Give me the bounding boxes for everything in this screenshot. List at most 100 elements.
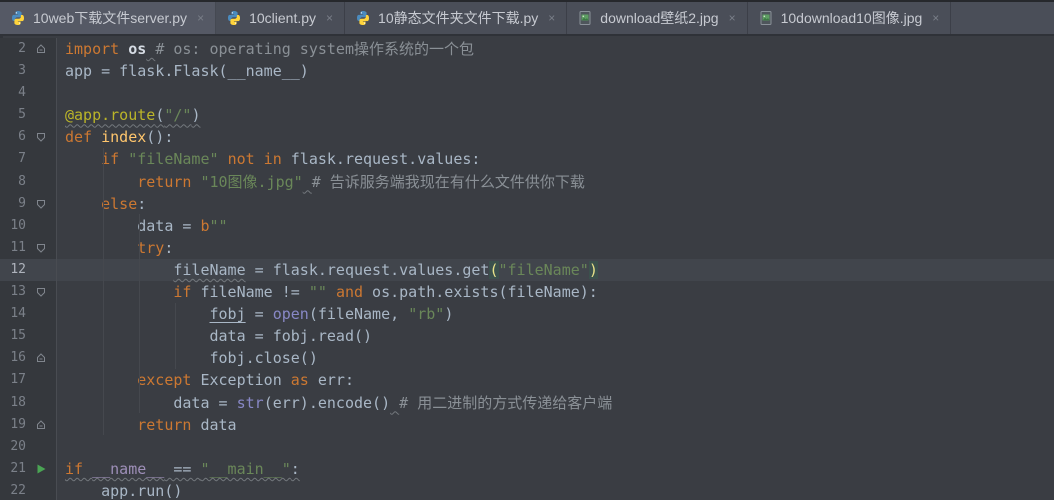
gutter: 15: [0, 325, 57, 347]
tab-label: 10web下载文件server.py: [33, 8, 187, 28]
code-token: @app.route: [65, 106, 155, 124]
line-number: 10: [0, 215, 26, 237]
code-token: Exception: [200, 371, 281, 389]
tab-label: 10client.py: [249, 10, 316, 26]
code-token: "/": [164, 106, 191, 124]
code-token: "": [309, 283, 327, 301]
code-token: not in: [228, 150, 282, 168]
ide-window: 10web下载文件server.py × 10client.py × 10静态文…: [0, 0, 1054, 500]
line-number: 3: [0, 60, 26, 82]
code-line[interactable]: 20: [0, 436, 1054, 458]
editor-tab[interactable]: 10download10图像.jpg ×: [748, 2, 952, 34]
code-line[interactable]: 2 import os # os: operating system操作系统的一…: [0, 38, 1054, 60]
image-file-icon: [758, 10, 774, 26]
code-line[interactable]: 9 else:: [0, 193, 1054, 215]
code-text: [57, 82, 65, 104]
code-editor[interactable]: 2 import os # os: operating system操作系统的一…: [0, 38, 1054, 500]
code-line[interactable]: 10 data = b"": [0, 215, 1054, 237]
code-line[interactable]: 4: [0, 82, 1054, 104]
line-number: 15: [0, 325, 26, 347]
code-token: "fileName": [128, 150, 218, 168]
close-icon[interactable]: ×: [326, 11, 333, 25]
code-token: ==: [164, 460, 200, 478]
code-token: # os: operating system操作系统的一个包: [155, 40, 474, 58]
image-file-icon: [577, 10, 593, 26]
line-number: 5: [0, 104, 26, 126]
tab-label: 10静态文件夹文件下载.py: [378, 8, 538, 28]
code-token: :: [291, 460, 300, 478]
code-line[interactable]: 3 app = flask.Flask(__name__): [0, 60, 1054, 82]
code-line[interactable]: 19 return data: [0, 414, 1054, 436]
code-line[interactable]: 22 app.run(): [0, 480, 1054, 500]
code-token: ():: [146, 128, 173, 146]
line-number: 22: [0, 480, 26, 500]
code-token: flask.request.values:: [282, 150, 481, 168]
editor-tab[interactable]: 10client.py ×: [216, 2, 345, 34]
code-text: return "10图像.jpg" # 告诉服务端我现在有什么文件供你下载: [57, 171, 585, 193]
close-icon[interactable]: ×: [548, 11, 555, 25]
code-token: [65, 195, 101, 213]
code-token: app = flask.Flask(__name__): [65, 62, 309, 80]
code-line[interactable]: 16 fobj.close(): [0, 347, 1054, 369]
gutter: 17: [0, 369, 57, 391]
gutter: 19: [0, 414, 57, 436]
code-text: import os # os: operating system操作系统的一个包: [57, 38, 474, 60]
fold-up-icon[interactable]: [26, 38, 56, 60]
code-token: fobj: [210, 305, 246, 323]
code-token: # 用二进制的方式传递给客户端: [399, 394, 612, 412]
close-icon[interactable]: ×: [932, 11, 939, 25]
indent-guide: [139, 214, 140, 413]
close-icon[interactable]: ×: [729, 11, 736, 25]
editor-tab[interactable]: 10静态文件夹文件下载.py ×: [345, 2, 567, 34]
gutter: 22: [0, 480, 57, 500]
line-number: 21: [0, 458, 26, 480]
code-line[interactable]: 5 @app.route("/"): [0, 104, 1054, 126]
gutter: 10: [0, 215, 57, 237]
code-token: err:: [318, 371, 354, 389]
fold-down-icon[interactable]: [26, 237, 56, 259]
code-line[interactable]: 12 fileName = flask.request.values.get("…: [0, 259, 1054, 281]
close-icon[interactable]: ×: [197, 11, 204, 25]
code-line[interactable]: 14 fobj = open(fileName, "rb"): [0, 303, 1054, 325]
code-token: [65, 173, 137, 191]
code-line[interactable]: 7 if "fileName" not in flask.request.val…: [0, 148, 1054, 170]
code-line[interactable]: 11 try:: [0, 237, 1054, 259]
code-line[interactable]: 17 except Exception as err:: [0, 369, 1054, 391]
code-text: data = fobj.read(): [57, 325, 372, 347]
gutter: 20: [0, 436, 57, 458]
code-token: :: [164, 239, 173, 257]
code-token: except: [137, 371, 200, 389]
fold-down-icon[interactable]: [26, 126, 56, 148]
code-line[interactable]: 15 data = fobj.read(): [0, 325, 1054, 347]
editor-tab[interactable]: download壁纸2.jpg ×: [567, 2, 747, 34]
line-number: 4: [0, 82, 26, 104]
code-text: if "fileName" not in flask.request.value…: [57, 148, 480, 170]
code-line[interactable]: 8 return "10图像.jpg" # 告诉服务端我现在有什么文件供你下载: [0, 171, 1054, 193]
gutter: 18: [0, 392, 57, 414]
code-token: data: [200, 416, 236, 434]
code-token: if: [173, 283, 200, 301]
code-line[interactable]: 6 def index():: [0, 126, 1054, 148]
code-token: "fileName": [499, 261, 589, 279]
code-text: app.run(): [57, 480, 182, 500]
gutter: 6: [0, 126, 57, 148]
code-line[interactable]: 13 if fileName != "" and os.path.exists(…: [0, 281, 1054, 303]
fold-down-icon[interactable]: [26, 281, 56, 303]
gutter: 3: [0, 60, 57, 82]
editor-tab[interactable]: 10web下载文件server.py ×: [0, 2, 216, 34]
code-text: def index():: [57, 126, 173, 148]
run-icon[interactable]: [26, 458, 56, 480]
code-line[interactable]: 18 data = str(err).encode() # 用二进制的方式传递给…: [0, 392, 1054, 414]
code-token: [65, 371, 137, 389]
code-token: (: [155, 106, 164, 124]
line-number: 19: [0, 414, 26, 436]
code-token: [390, 394, 399, 412]
code-text: [57, 436, 65, 458]
line-number: 16: [0, 347, 26, 369]
fold-up-icon[interactable]: [26, 414, 56, 436]
indent-guide: [103, 148, 104, 435]
fold-down-icon[interactable]: [26, 193, 56, 215]
code-line[interactable]: 21 if __name__ == "__main__":: [0, 458, 1054, 480]
fold-up-icon[interactable]: [26, 347, 56, 369]
code-token: import: [65, 40, 128, 58]
